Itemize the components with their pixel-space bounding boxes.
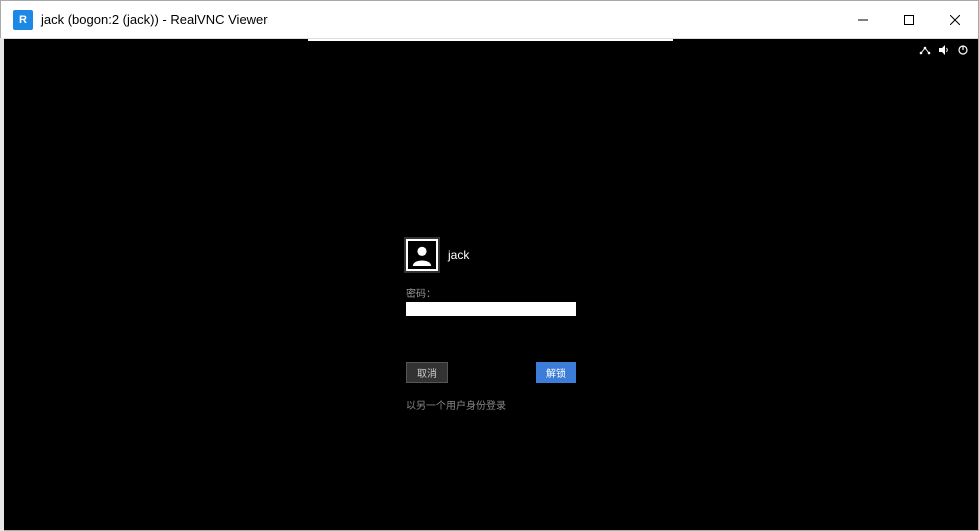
password-input[interactable] [406,302,576,316]
maximize-icon [904,15,914,25]
app-window: R jack (bogon:2 (jack)) - RealVNC Viewer [0,0,979,531]
system-tray [919,45,968,58]
top-strip [308,39,673,41]
remote-desktop-area[interactable]: jack 密码： 取消 解锁 以另一个用户身份登录 [1,39,978,530]
password-label: 密码： [406,285,581,300]
avatar [406,239,438,271]
cancel-button[interactable]: 取消 [406,362,448,383]
user-row: jack [406,239,581,271]
close-button[interactable] [932,1,978,38]
minimize-button[interactable] [840,1,886,38]
other-user-link[interactable]: 以另一个用户身份登录 [406,397,581,412]
username-label: jack [448,248,469,262]
network-icon[interactable] [919,45,931,58]
sound-icon[interactable] [939,45,950,58]
close-icon [950,15,960,25]
user-icon [411,244,433,266]
titlebar[interactable]: R jack (bogon:2 (jack)) - RealVNC Viewer [1,1,978,39]
window-controls [840,1,978,38]
login-panel: jack 密码： 取消 解锁 以另一个用户身份登录 [406,239,581,412]
maximize-button[interactable] [886,1,932,38]
left-edge-decoration [0,38,4,531]
power-icon[interactable] [958,45,968,58]
minimize-icon [858,15,868,25]
app-icon-text: R [19,14,27,26]
window-title: jack (bogon:2 (jack)) - RealVNC Viewer [41,12,840,27]
app-icon: R [13,10,33,30]
unlock-button[interactable]: 解锁 [536,362,576,383]
button-row: 取消 解锁 [406,362,576,383]
